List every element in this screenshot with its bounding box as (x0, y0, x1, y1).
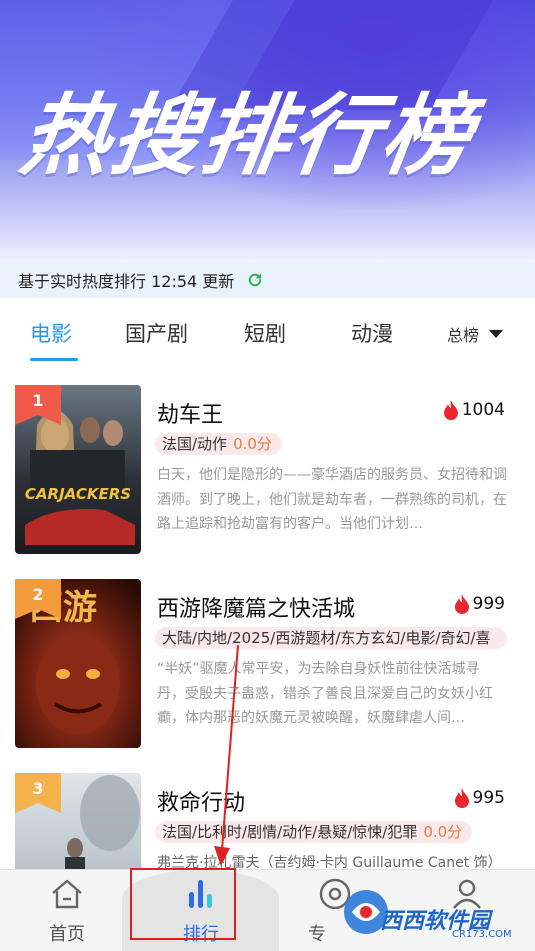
update-status-bar: 基于实时热度排行 12:54 更新 (0, 262, 535, 298)
ranking-filter-dropdown[interactable]: 总榜 (447, 322, 504, 346)
flame-icon (454, 788, 469, 808)
rating-score: 0.0分 (423, 823, 463, 841)
hot-score: 1004 (443, 400, 505, 420)
hot-value: 1004 (461, 400, 505, 420)
update-text: 基于实时热度排行 12:54 更新 (18, 272, 235, 291)
watermark-subtext: CR173.COM (452, 929, 512, 940)
home-icon (52, 879, 82, 909)
item-description: “半妖”驱魔人常平安，为去除自身妖性前往快活城寻丹，受殷夫子蛊惑，错杀了善良且深… (157, 661, 493, 726)
list-item[interactable]: CARJACKERS 1 劫车王 1004 法国/动作 0.0分 白天，他们是隐形… (0, 385, 535, 555)
tags-text: 法国/动作 (162, 435, 228, 453)
rating-score: 0.0分 (233, 435, 272, 453)
rank-badge (15, 385, 61, 425)
genre-tags: 大陆/内地/2025/西游题材/东方玄幻/电影/奇幻/喜 (155, 627, 507, 649)
nav-home-label: 首页 (49, 924, 85, 945)
caret-down-icon (489, 330, 504, 338)
hot-value: 995 (472, 788, 505, 808)
tags-text: 大陆/内地/2025/西游题材/东方玄幻/电影/奇幻/喜 (162, 629, 491, 647)
hot-value: 999 (472, 594, 505, 614)
list-item[interactable]: 西游 2 西游降魔篇之快活城 999 大陆/内地/2025/西游题材/东方玄幻/… (0, 579, 535, 749)
dropdown-label: 总榜 (447, 326, 480, 345)
item-title[interactable]: 西游降魔篇之快活城 (157, 591, 355, 623)
item-description: 白天，他们是隐形的——豪华酒店的服务员、女招待和调酒师。到了晚上，他们就是劫车者… (157, 467, 507, 532)
active-tab-indicator (30, 358, 78, 361)
tab-anime[interactable]: 动漫 (351, 318, 393, 348)
item-title[interactable]: 救命行动 (157, 785, 245, 817)
rank-badge (15, 579, 61, 619)
tags-text: 法国/比利时/剧情/动作/悬疑/惊悚/犯罪 (162, 823, 418, 841)
flame-icon (443, 400, 458, 420)
hero-banner: 热搜排行榜 (0, 0, 535, 262)
tab-domestic-series[interactable]: 国产剧 (125, 318, 188, 348)
genre-tags: 法国/比利时/剧情/动作/悬疑/惊悚/犯罪 0.0分 (155, 821, 473, 843)
flame-icon (454, 594, 469, 614)
tab-short-drama[interactable]: 短剧 (244, 318, 286, 348)
item-title[interactable]: 劫车王 (157, 397, 223, 429)
refresh-icon[interactable] (246, 271, 264, 289)
app-screen: 热搜排行榜 基于实时热度排行 12:54 更新 电影 国产剧 短剧 动漫 总榜 (0, 0, 535, 951)
tab-movie[interactable]: 电影 (30, 318, 72, 348)
annotation-highlight-box (130, 868, 236, 940)
nav-home[interactable]: 首页 (22, 878, 112, 946)
poster-title-text: CARJACKERS (25, 485, 131, 503)
hot-score: 999 (454, 594, 505, 614)
hot-score: 995 (454, 788, 505, 808)
rank-badge (15, 773, 61, 813)
banner-title: 热搜排行榜 (14, 84, 480, 187)
genre-tags: 法国/动作 0.0分 (155, 433, 282, 455)
